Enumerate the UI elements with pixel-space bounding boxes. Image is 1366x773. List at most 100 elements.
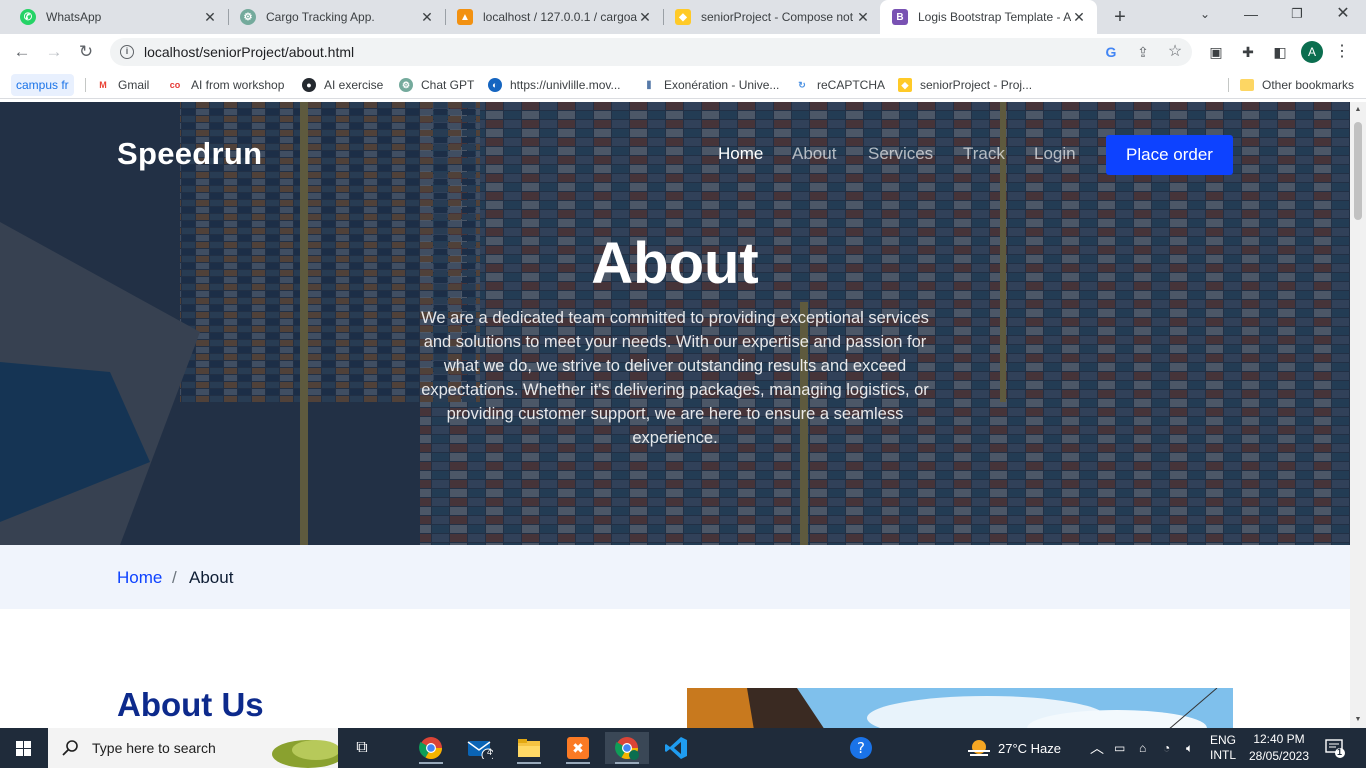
tab-title: Cargo Tracking App. [266,10,375,24]
hero-section: Speedrun Home About Services Track Login… [0,102,1350,545]
github-icon: ● [302,78,316,92]
url-text: localhost/seniorProject/about.html [144,44,355,60]
share-icon[interactable]: ⇪ [1130,38,1156,66]
bookmark-univlille[interactable]: ◐ https://univlille.mov... [488,74,620,96]
scroll-up-icon[interactable]: ▲ [1350,102,1366,118]
windows-taskbar: Type here to search ⧉ 4 ✖ ? 27°C Haze ︿ … [0,728,1366,768]
taskbar-search[interactable]: Type here to search [48,728,338,768]
google-translate-icon[interactable]: G [1098,38,1124,66]
forward-icon[interactable]: → [42,40,66,64]
nav-track[interactable]: Track [963,144,1005,164]
file-explorer-icon[interactable] [507,732,551,764]
close-icon[interactable]: ✕ [1071,9,1087,26]
mail-taskbar-icon[interactable]: 4 [458,732,502,764]
bookmark-chat-gpt[interactable]: ⚙ Chat GPT [399,74,474,96]
breadcrumb-current: About [189,568,234,587]
bookmark-seniorproject[interactable]: ◆ seniorProject - Proj... [898,74,1032,96]
breadcrumb: Home / About [0,545,1350,609]
recaptcha-icon: ↻ [795,78,809,92]
reload-icon[interactable]: ↻ [74,40,98,64]
bookmark-recaptcha[interactable]: ↻ reCAPTCHA [795,74,885,96]
browser-tab-strip: ✆ WhatsApp ✕ ⚙ Cargo Tracking App. ✕ ▲ l… [0,0,1366,34]
chrome-taskbar-icon[interactable] [409,732,453,764]
minimize-icon[interactable]: — [1228,0,1274,30]
tab-whatsapp[interactable]: ✆ WhatsApp ✕ [8,0,228,34]
restore-icon[interactable]: ❐ [1274,0,1320,30]
new-tab-button[interactable]: + [1108,5,1132,29]
bookmark-ai-exercise[interactable]: ● AI exercise [302,74,383,96]
show-hidden-icons-icon[interactable]: ︿ [1090,728,1104,768]
scrollbar-thumb[interactable] [1354,122,1362,220]
search-highlight-decoration [272,740,338,768]
svg-text:?: ? [857,739,865,757]
chatgpt-icon: ⚙ [399,78,413,92]
weather-widget[interactable]: 27°C Haze [966,728,1061,768]
tab-cargo-tracking[interactable]: ⚙ Cargo Tracking App. ✕ [228,0,445,34]
side-panel-icon[interactable]: ◧ [1270,42,1290,62]
clock-time: 12:40 PM [1253,732,1305,746]
site-info-icon[interactable]: i [120,45,134,59]
bookmark-star-icon[interactable]: ☆ [1162,38,1188,66]
breadcrumb-home-link[interactable]: Home [117,568,162,588]
hero-description: We are a dedicated team committed to pro… [421,309,929,447]
notification-count: 1 [1337,747,1343,757]
task-view-icon[interactable]: ⧉ [340,732,384,764]
chatgpt-icon: ⚙ [240,9,256,25]
bookmark-ai-from-workshop[interactable]: co AI from workshop [167,74,284,96]
page-title: About [591,231,759,296]
vscode-icon[interactable] [654,732,698,764]
close-window-icon[interactable]: ✕ [1320,0,1366,30]
back-icon[interactable]: ← [10,40,34,64]
chrome-profile-taskbar-icon[interactable] [605,732,649,764]
extension-icon[interactable]: ▣ [1206,42,1226,62]
site-logo[interactable]: Speedrun [117,136,262,172]
scroll-down-icon[interactable]: ▼ [1350,712,1366,728]
system-clock[interactable]: 12:40 PM 28/05/2023 [1244,731,1314,765]
close-icon[interactable]: ✕ [855,9,871,26]
profile-avatar[interactable]: A [1301,41,1323,63]
haze-weather-icon [968,740,990,756]
notifications-icon[interactable]: 1 [1324,728,1346,768]
windows-start-button[interactable] [0,728,48,768]
wifi-icon[interactable]: ◔ [1163,728,1170,768]
address-bar[interactable]: i localhost/seniorProject/about.html G ⇪… [110,38,1192,66]
tab-title: Logis Bootstrap Template - A [918,10,1071,24]
nav-home[interactable]: Home [718,144,763,164]
nav-services[interactable]: Services [868,144,933,164]
bootstrap-icon: B [892,9,908,25]
globe-icon: ◐ [488,78,502,92]
other-bookmarks[interactable]: Other bookmarks [1240,74,1354,96]
weather-text: 27°C Haze [998,740,1062,756]
firebase-icon: ◆ [898,78,912,92]
nav-about[interactable]: About [792,144,836,164]
bookmark-gmail[interactable]: M Gmail [96,74,149,96]
battery-icon[interactable]: ▭ [1114,728,1125,768]
place-order-button[interactable]: Place order [1106,135,1233,175]
volume-icon[interactable]: 🔈︎ [1186,728,1193,768]
extensions-puzzle-icon[interactable]: ✚ [1238,42,1258,62]
bookmark-exoneration[interactable]: ⫼ Exonération - Unive... [642,74,779,96]
tab-logis-bootstrap[interactable]: B Logis Bootstrap Template - A ✕ [880,0,1097,34]
clock-date: 28/05/2023 [1248,749,1310,763]
help-icon[interactable]: ? [839,732,883,764]
page-scrollbar[interactable]: ▲ ▼ [1350,102,1366,728]
tab-firebase[interactable]: ◆ seniorProject - Compose not ✕ [663,0,881,34]
bookmark-campus-fr[interactable]: campus fr [11,74,74,96]
close-icon[interactable]: ✕ [202,9,218,26]
search-placeholder: Type here to search [92,740,216,756]
xampp-icon[interactable]: ✖ [556,732,600,764]
tab-title: localhost / 127.0.0.1 / cargoa [483,10,637,24]
folder-icon [1240,79,1254,91]
language-indicator[interactable]: ENG INTL [1210,728,1236,768]
bookmarks-bar: campus fr M Gmail co AI from workshop ● … [0,70,1366,99]
tab-phpmyadmin[interactable]: ▲ localhost / 127.0.0.1 / cargoa ✕ [445,0,663,34]
svg-text:✖: ✖ [572,741,584,757]
menu-kebab-icon[interactable]: ⋮ [1332,42,1352,62]
whatsapp-icon: ✆ [20,9,36,25]
device-icon[interactable]: ⌂ [1139,728,1146,768]
tab-search-icon[interactable]: ⌄ [1182,0,1228,30]
close-icon[interactable]: ✕ [637,9,653,26]
nav-login[interactable]: Login [1034,144,1076,164]
search-icon [62,740,78,756]
close-icon[interactable]: ✕ [419,9,435,26]
